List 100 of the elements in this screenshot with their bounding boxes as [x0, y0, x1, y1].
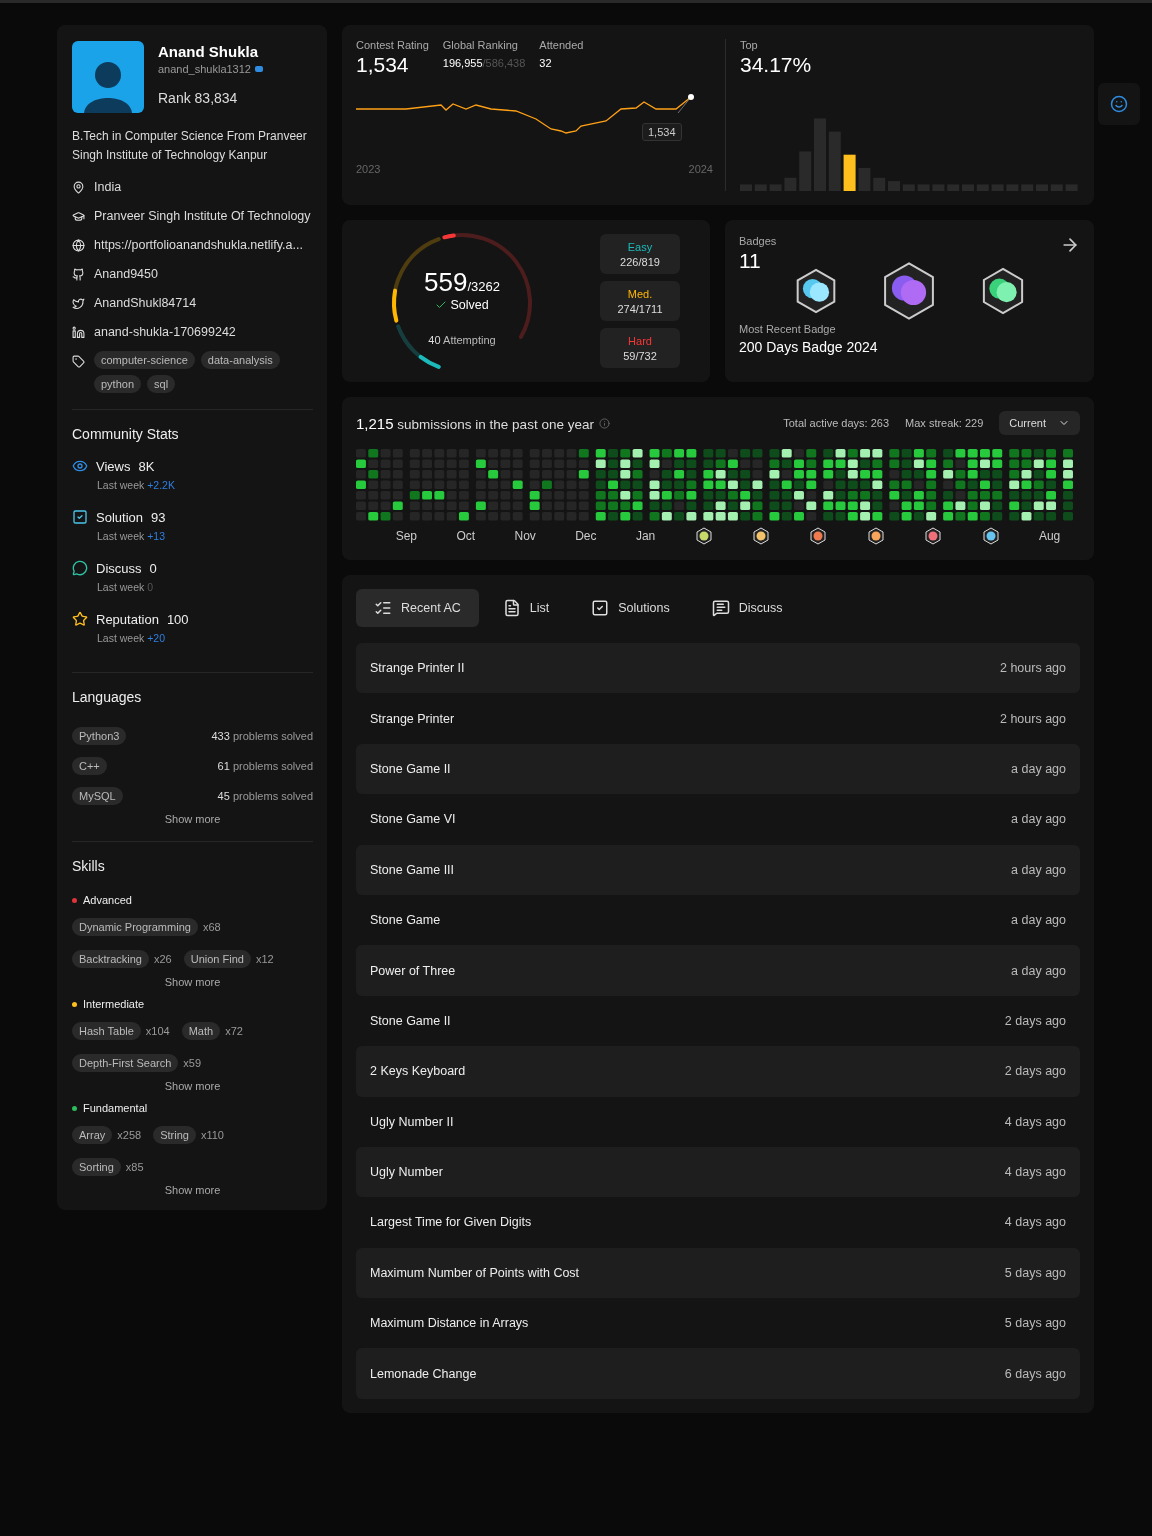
- time-ago: 6 days ago: [1004, 1366, 1066, 1381]
- submission-row[interactable]: 2 Keys Keyboard 2 days ago: [356, 1046, 1080, 1097]
- problem-title: Largest Time for Given Digits: [370, 1215, 532, 1230]
- skill-count: x72: [225, 1025, 243, 1037]
- recent-badge-name: 200 Days Badge 2024: [739, 339, 879, 355]
- submission-row[interactable]: Strange Printer 2 hours ago: [356, 693, 1080, 744]
- check-square-icon: [72, 509, 88, 525]
- skill-count: x110: [200, 1129, 224, 1141]
- skill-tag[interactable]: data-analysis: [200, 351, 280, 369]
- skill-tag[interactable]: python: [94, 375, 142, 393]
- time-ago: 4 days ago: [1004, 1215, 1066, 1230]
- stat-value: 8K: [138, 458, 155, 474]
- stat-value: 0: [149, 560, 157, 576]
- profile-detail: India: [94, 180, 122, 194]
- skill-tag[interactable]: sql: [147, 375, 176, 393]
- profile-link[interactable]: https://portfolioanandshukla.netlify.a...: [94, 238, 303, 252]
- attempting-text: 40 Attempting: [428, 334, 496, 346]
- problem-title: Lemonade Change: [370, 1366, 477, 1381]
- show-more-link[interactable]: Show more: [72, 1184, 313, 1196]
- skill-tag[interactable]: Dynamic Programming: [72, 918, 198, 936]
- submission-row[interactable]: Strange Printer II 2 hours ago: [356, 643, 1080, 694]
- problem-title: Stone Game II: [370, 761, 451, 776]
- stat-label: Solution: [96, 509, 143, 525]
- skill-tag[interactable]: String: [153, 1126, 196, 1144]
- submission-row[interactable]: Stone Game II a day ago: [356, 743, 1080, 795]
- skill-tag[interactable]: Array: [72, 1126, 113, 1144]
- show-more-link[interactable]: Show more: [72, 976, 313, 988]
- time-ago: a day ago: [1011, 812, 1066, 827]
- location-icon: [72, 180, 85, 194]
- submission-row[interactable]: Power of Three a day ago: [356, 945, 1080, 996]
- avatar-placeholder: [72, 41, 144, 113]
- problem-title: Stone Game: [370, 913, 441, 928]
- difficulty-card: Easy 226/819: [600, 234, 680, 274]
- skill-tag[interactable]: Math: [181, 1022, 221, 1040]
- submission-row[interactable]: Maximum Distance in Arrays 5 days ago: [356, 1298, 1080, 1349]
- year-select[interactable]: Current: [999, 411, 1080, 435]
- checklist-icon: [374, 599, 392, 617]
- level-label: Advanced: [83, 894, 132, 906]
- info-icon[interactable]: [598, 417, 610, 429]
- skill-tag[interactable]: Hash Table: [72, 1022, 141, 1040]
- badge-icon: [255, 66, 263, 72]
- skill-count: x258: [117, 1129, 142, 1141]
- time-ago: 2 days ago: [1004, 1064, 1066, 1079]
- time-ago: 4 days ago: [1004, 1114, 1066, 1129]
- section-title: Skills: [72, 858, 106, 874]
- skill-tag[interactable]: Backtracking: [72, 950, 149, 968]
- skill-tag[interactable]: Depth-First Search: [72, 1054, 179, 1072]
- time-ago: 4 days ago: [1004, 1165, 1066, 1180]
- stat-label: Contest Rating: [356, 39, 429, 51]
- rating-value: 1,534: [356, 53, 410, 77]
- problem-title: Stone Game II: [370, 1013, 451, 1028]
- profile-link[interactable]: Anand9450: [94, 267, 158, 281]
- submission-row[interactable]: Lemonade Change 6 days ago: [356, 1348, 1080, 1399]
- problem-title: Power of Three: [370, 963, 456, 978]
- submission-row[interactable]: Stone Game a day ago: [356, 894, 1080, 946]
- time-ago: 2 hours ago: [999, 661, 1066, 676]
- submission-row[interactable]: Largest Time for Given Digits 4 days ago: [356, 1197, 1080, 1248]
- submission-row[interactable]: Maximum Number of Points with Cost 5 days ago: [356, 1247, 1080, 1299]
- badge-count: 11: [739, 249, 762, 273]
- last-week-text: Last week +20: [97, 632, 166, 644]
- problem-title: Stone Game VI: [370, 812, 456, 827]
- skill-count: x104: [145, 1025, 170, 1037]
- check-icon: [435, 299, 448, 311]
- submission-row[interactable]: Stone Game VI a day ago: [356, 794, 1080, 845]
- time-ago: a day ago: [1011, 862, 1066, 877]
- skill-tag[interactable]: Sorting: [72, 1158, 121, 1176]
- submission-row[interactable]: Ugly Number II 4 days ago: [356, 1096, 1080, 1147]
- feedback-button[interactable]: [1098, 83, 1140, 125]
- tab[interactable]: List: [484, 589, 568, 627]
- max-streak-text: Max streak: 229: [905, 417, 984, 429]
- tab[interactable]: Discuss: [693, 589, 801, 627]
- month-label: Jan: [635, 529, 656, 543]
- histogram-bar: [843, 154, 856, 191]
- submission-row[interactable]: Stone Game III a day ago: [356, 844, 1080, 895]
- month-label: Oct: [456, 529, 476, 543]
- stat-label: Global Ranking: [442, 39, 519, 51]
- month-label: Sep: [395, 529, 418, 543]
- tab[interactable]: Solutions: [573, 589, 688, 627]
- problem-title: Ugly Number II: [370, 1114, 454, 1129]
- section-title: Community Stats: [72, 426, 180, 442]
- profile-link[interactable]: anand-shukla-170699242: [94, 325, 236, 339]
- level-label: Fundamental: [83, 1102, 148, 1114]
- username: anand_shukla1312: [158, 63, 251, 75]
- language-tag: MySQL: [72, 787, 123, 805]
- active-days-text: Total active days: 263: [783, 417, 890, 429]
- skill-count: x85: [125, 1161, 144, 1173]
- skill-tag[interactable]: computer-science: [94, 351, 195, 369]
- star-icon: [72, 611, 88, 627]
- show-more-link[interactable]: Show more: [72, 813, 313, 825]
- ranking-value: 196,955/586,438: [442, 57, 526, 69]
- skill-tag[interactable]: Union Find: [183, 950, 251, 968]
- profile-link[interactable]: AnandShukl84714: [94, 296, 197, 310]
- show-more-link[interactable]: Show more: [72, 1080, 313, 1092]
- time-ago: 5 days ago: [1004, 1265, 1066, 1280]
- chat-bubble-icon: [72, 560, 88, 576]
- user-name: Anand Shukla: [158, 43, 259, 60]
- submission-row[interactable]: Ugly Number 4 days ago: [356, 1146, 1080, 1198]
- year-label: 2024: [688, 163, 713, 175]
- submission-row[interactable]: Stone Game II 2 days ago: [356, 995, 1080, 1047]
- tab[interactable]: Recent AC: [356, 589, 479, 627]
